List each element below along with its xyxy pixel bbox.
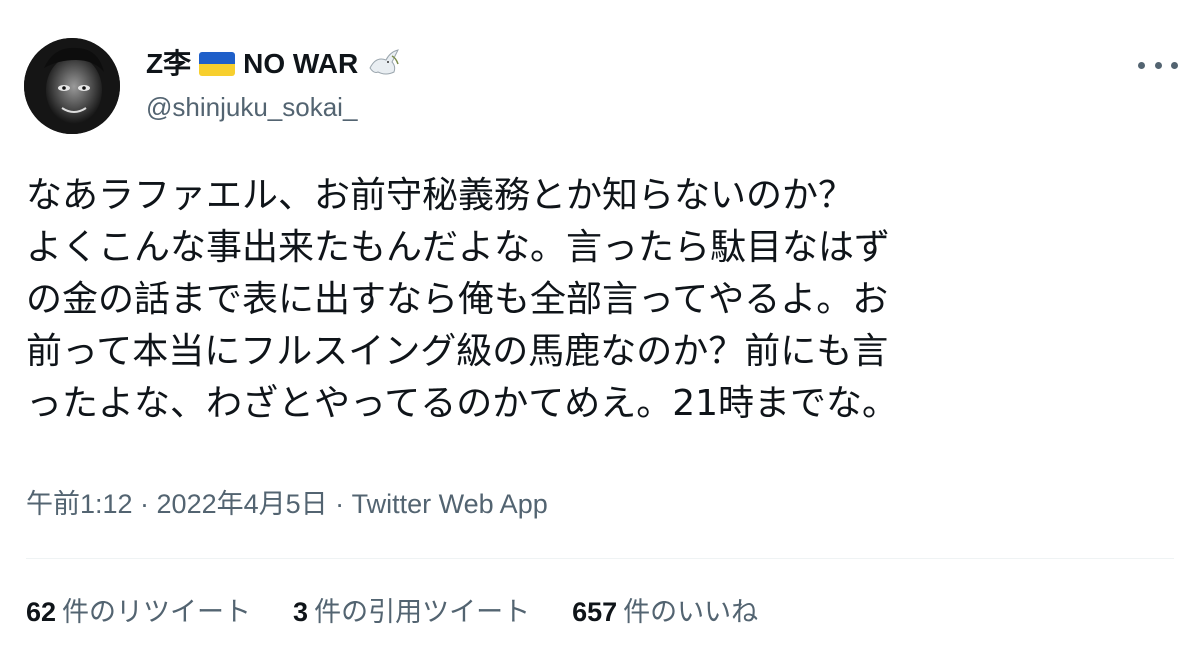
tweet-line: の金の話まで表に出すなら俺も全部言ってやるよ。お [26, 279, 889, 320]
stat-count: 657 [572, 597, 618, 627]
stat-label: 件のいいね [623, 597, 759, 627]
display-name-suffix[interactable]: NO WAR [243, 46, 358, 82]
tweet-meta[interactable]: 午前1:12 · 2022年4月5日 · Twitter Web App [26, 486, 548, 522]
stat-label: 件の引用ツイート [314, 597, 531, 627]
display-name[interactable]: Z李 [146, 46, 191, 82]
quote-tweet-count[interactable]: 3 件の引用ツイート [293, 594, 530, 630]
avatar-image [24, 38, 120, 134]
user-handle[interactable]: @shinjuku_sokai_ [146, 90, 357, 124]
stat-label: 件のリツイート [62, 597, 252, 627]
tweet-line: よくこんな事出来たもんだよな。言ったら駄目なはず [26, 227, 891, 268]
dove-icon [366, 46, 402, 82]
stat-count: 3 [293, 597, 309, 627]
divider [26, 558, 1174, 559]
tweet-line: 前って本当にフルスイング級の馬鹿なのか？前にも言 [26, 331, 889, 372]
tweet-text: なあラファエル、お前守秘義務とか知らないのか？ よくこんな事出来たもんだよな。言… [26, 170, 1176, 430]
like-count[interactable]: 657 件のいいね [572, 594, 758, 630]
user-name-row[interactable]: Z李 NO WAR [146, 46, 402, 82]
tweet-line: なあラファエル、お前守秘義務とか知らないのか？ [26, 175, 855, 216]
stat-count: 62 [26, 597, 57, 627]
avatar[interactable] [24, 38, 120, 134]
tweet-stats: 62 件のリツイート 3 件の引用ツイート 657 件のいいね [26, 594, 758, 630]
ukraine-flag-icon [199, 52, 236, 76]
more-options-icon[interactable] [1138, 50, 1178, 80]
retweet-count[interactable]: 62 件のリツイート [26, 594, 251, 630]
tweet-line: ったよな、わざとやってるのかてめえ。21時までな。 [26, 383, 899, 424]
